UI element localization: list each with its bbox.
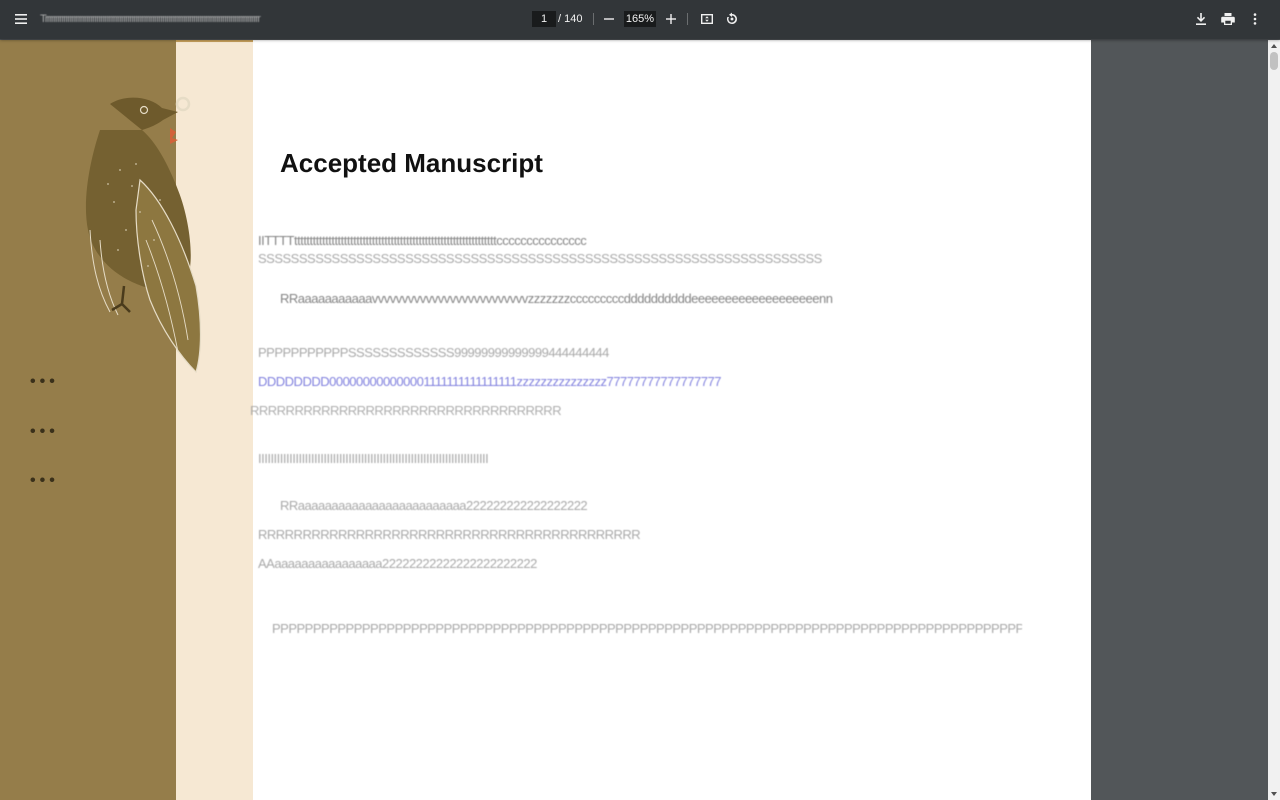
toolbar-divider [687,13,688,25]
zoom-in-button[interactable] [659,8,683,30]
blurred-text-line: IIIIIIIIIIIIIIIIIIIIIIIIIIIIIIIIIIIIIIII… [258,451,489,466]
page-heading: Accepted Manuscript [280,148,543,178]
blurred-link-line: DDDDDDDD000000000000001111111111111111zz… [258,374,721,389]
zoom-out-button[interactable] [597,8,621,30]
blurred-text-line: SSSSSSSSSSSSSSSSSSSSSSSSSSSSSSSSSSSSSSSS… [258,251,822,266]
scroll-up-arrow[interactable] [1268,40,1280,52]
caret-up-icon [1271,44,1277,48]
blurred-text-line: RRRRRRRRRRRRRRRRRRRRRRRRRRRRRRRRRRRRRRRR… [258,527,641,542]
blurred-text-line: AAaaaaaaaaaaaaaaaa2222222222222222222222… [258,556,537,571]
minus-icon [604,18,614,20]
blurred-text-line: RRRRRRRRRRRRRRRRRRRRRRRRRRRRRRRRRRR [250,403,562,418]
blurred-text-line: RRaaaaaaaaaaavvvvvvvvvvvvvvvvvvvvvvvvvvz… [280,291,833,306]
dot-divider: ••• [30,423,59,440]
caret-down-icon [1271,792,1277,796]
toolbar-divider [593,13,594,25]
blurred-text-line: PPPPPPPPPPPSSSSSSSSSSSSS9999999999999944… [258,345,609,360]
cover-accent-line [176,40,253,42]
document-title: Trrrrrrrrrrrrrrrrrrrrrrrrrrrrrrrrrrrrrrr… [40,14,261,25]
menu-button[interactable] [9,8,33,30]
rotate-button[interactable] [720,8,744,30]
page-number-input[interactable] [532,11,556,27]
zoom-input[interactable] [624,11,656,27]
fit-page-icon [701,14,713,24]
print-icon [1221,12,1235,25]
scroll-down-arrow[interactable] [1268,788,1280,800]
pdf-page: ••• ••• ••• Accepted Manuscript IITTTTtt… [0,40,1091,800]
dot-divider: ••• [30,472,59,489]
blurred-text-line: PPPPPPPPPPPPPPPPPPPPPPPPPPPPPPPPPPPPPPPP… [272,622,1022,636]
more-options-button[interactable] [1243,8,1267,30]
crow-illustration [85,96,202,374]
plus-icon [666,14,676,24]
more-vert-icon [1253,13,1257,25]
scrollbar-thumb[interactable] [1270,52,1278,70]
page-total: / 140 [558,13,583,25]
print-button[interactable] [1216,8,1240,30]
blurred-text-line: IITTTTtttttttttttttttttttttttttttttttttt… [258,233,587,248]
rotate-icon [726,12,737,24]
download-icon [1196,13,1206,25]
fit-page-button[interactable] [695,8,719,30]
download-button[interactable] [1189,8,1213,30]
vertical-scrollbar[interactable] [1268,40,1280,800]
dot-divider: ••• [30,373,59,390]
blurred-text-line: RRaaaaaaaaaaaaaaaaaaaaaaaaa2222222222222… [280,498,588,513]
pdf-toolbar: Trrrrrrrrrrrrrrrrrrrrrrrrrrrrrrrrrrrrrrr… [0,0,1280,39]
menu-icon [15,14,27,24]
